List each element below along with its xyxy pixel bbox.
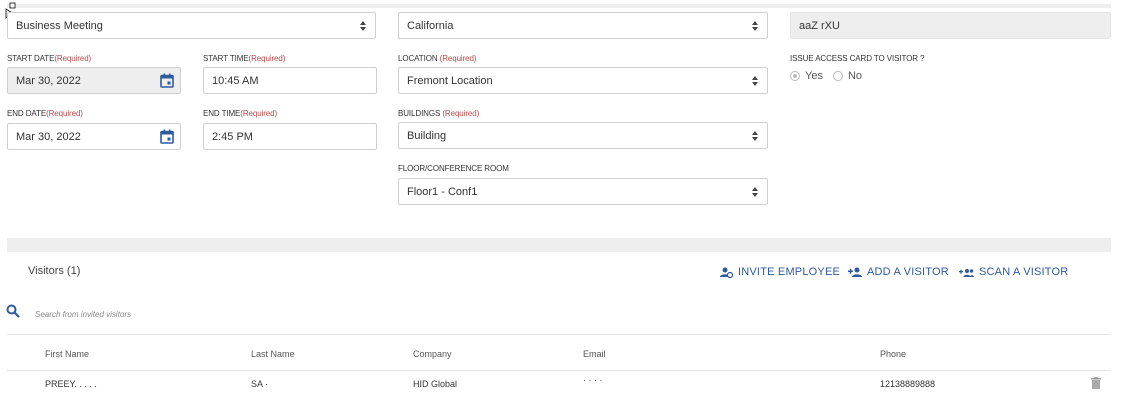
- purpose-select[interactable]: Business Meeting: [7, 12, 376, 39]
- invite-employee-icon: [720, 267, 733, 278]
- location-value: Fremont Location: [407, 75, 493, 87]
- start-date-label: START DATE(Required): [7, 54, 92, 63]
- column-header-first-name[interactable]: First Name: [45, 349, 89, 359]
- end-time-value: 2:45 PM: [212, 131, 253, 143]
- scan-visitor-button[interactable]: SCAN A VISITOR: [959, 266, 1068, 278]
- host-field: aaZ rXU: [790, 12, 1111, 39]
- floor-label: FLOOR/CONFERENCE ROOM: [398, 164, 509, 173]
- floor-value: Floor1 - Conf1: [407, 186, 478, 198]
- end-date-field[interactable]: Mar 30, 2022: [7, 123, 181, 150]
- scan-people-icon: [959, 268, 974, 277]
- sort-icon: [360, 21, 366, 31]
- start-time-label: START TIME(Required): [203, 54, 286, 63]
- column-header-email[interactable]: Email: [583, 349, 606, 359]
- end-date-label: END DATE(Required): [7, 109, 83, 118]
- issue-card-label: ISSUE ACCESS CARD TO VISITOR ?: [790, 54, 925, 63]
- sort-icon: [752, 131, 758, 141]
- building-value: Building: [407, 130, 447, 142]
- add-visitor-button[interactable]: ADD A VISITOR: [848, 266, 949, 278]
- end-time-label: END TIME(Required): [203, 109, 278, 118]
- top-divider: [7, 4, 1111, 8]
- start-time-value: 10:45 AM: [212, 75, 259, 87]
- search-icon[interactable]: [6, 304, 20, 318]
- sort-icon: [752, 187, 758, 197]
- section-divider: [7, 238, 1111, 252]
- start-date-field[interactable]: Mar 30, 2022: [7, 67, 181, 94]
- location-select[interactable]: Fremont Location: [398, 67, 768, 94]
- buildings-label: BUILDINGS (Required): [398, 109, 480, 118]
- location-label: LOCATION (Required): [398, 54, 477, 63]
- column-header-last-name[interactable]: Last Name: [251, 349, 295, 359]
- cell-email: · · · ·: [583, 375, 603, 385]
- state-value: California: [407, 20, 454, 32]
- radio-yes[interactable]: [790, 71, 800, 81]
- purpose-value: Business Meeting: [16, 20, 103, 32]
- issue-card-yes[interactable]: Yes: [790, 70, 823, 82]
- cell-first-name: PREEY. . . . .: [45, 379, 97, 389]
- start-time-field[interactable]: 10:45 AM: [203, 67, 377, 94]
- column-header-phone[interactable]: Phone: [880, 349, 906, 359]
- cell-phone: 12138889888: [880, 379, 936, 389]
- invite-employee-button[interactable]: INVITE EMPLOYEE: [720, 266, 840, 278]
- search-underline: [7, 334, 1111, 335]
- sort-icon: [752, 76, 758, 86]
- visitors-title: Visitors (1): [28, 265, 81, 277]
- add-person-icon: [848, 267, 862, 277]
- cell-company: HID Global: [413, 379, 458, 389]
- end-date-value: Mar 30, 2022: [16, 131, 81, 143]
- floor-select[interactable]: Floor1 - Conf1: [398, 178, 768, 205]
- search-input[interactable]: Search from invited visitors: [35, 310, 131, 319]
- issue-card-radio-group: Yes No: [790, 70, 872, 82]
- column-header-company[interactable]: Company: [413, 349, 452, 359]
- radio-no[interactable]: [832, 71, 843, 81]
- issue-card-no[interactable]: No: [832, 70, 862, 82]
- calendar-icon[interactable]: [160, 129, 174, 144]
- sort-icon: [752, 21, 758, 31]
- building-select[interactable]: Building: [398, 122, 768, 149]
- cell-last-name: SA ·: [251, 379, 269, 389]
- table-header-divider: [7, 370, 1111, 371]
- start-date-value: Mar 30, 2022: [16, 75, 81, 87]
- host-value: aaZ rXU: [799, 20, 840, 32]
- calendar-icon[interactable]: [160, 73, 174, 88]
- state-select[interactable]: California: [398, 12, 768, 39]
- trash-icon[interactable]: [1091, 377, 1101, 389]
- end-time-field[interactable]: 2:45 PM: [203, 123, 377, 150]
